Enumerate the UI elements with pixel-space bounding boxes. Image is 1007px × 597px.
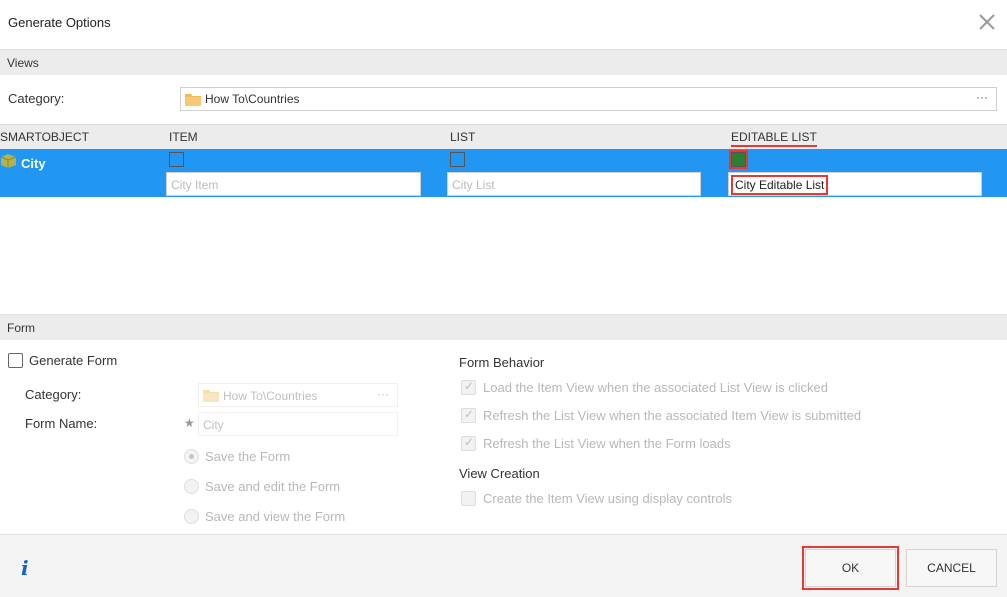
save-form-label: Save the Form [205, 449, 291, 464]
table-row[interactable]: City City Item City List City Editable L… [0, 149, 1007, 197]
item-view-checkbox[interactable] [169, 152, 184, 167]
form-section-label: Form [7, 321, 35, 335]
form-category-field[interactable]: How To\Countries ··· [198, 383, 398, 407]
views-grid-header: SMARTOBJECT ITEM LIST EDITABLE LIST [0, 124, 1007, 149]
ok-button[interactable]: OK [802, 546, 899, 590]
display-controls-checkbox[interactable] [461, 491, 476, 506]
dialog-title-bar: Generate Options [0, 0, 1007, 48]
load-item-view-checkbox[interactable] [461, 379, 476, 395]
refresh-on-submit-label: Refresh the List View when the associate… [483, 408, 862, 423]
smartobject-icon [0, 154, 17, 168]
form-behavior-title: Form Behavior [459, 355, 545, 370]
display-controls-label: Create the Item View using display contr… [483, 491, 733, 506]
list-view-checkbox[interactable] [450, 152, 465, 167]
column-header-smartobject: SMARTOBJECT [0, 130, 89, 144]
refresh-on-load-label: Refresh the List View when the Form load… [483, 436, 731, 451]
save-form-radio[interactable] [184, 449, 199, 464]
close-icon[interactable] [977, 12, 997, 32]
views-category-value: How To\Countries [205, 92, 300, 106]
smartobject-name: City [21, 156, 46, 171]
refresh-on-load-checkbox[interactable] [461, 435, 476, 451]
generate-form-label: Generate Form [29, 353, 118, 368]
views-category-browse-button[interactable]: ··· [976, 90, 988, 104]
column-header-editable-list: EDITABLE LIST [731, 130, 817, 147]
column-header-list: LIST [450, 130, 476, 144]
folder-icon [203, 390, 219, 402]
views-category-label: Category: [8, 91, 65, 106]
dialog-title: Generate Options [8, 15, 111, 30]
info-icon[interactable]: i [21, 556, 29, 580]
form-name-input[interactable]: City [198, 412, 398, 436]
views-section-label: Views [7, 56, 39, 70]
form-name-label: Form Name: [25, 416, 98, 431]
view-creation-title: View Creation [459, 466, 540, 481]
save-and-view-form-radio[interactable] [184, 509, 199, 524]
item-view-name-input[interactable]: City Item [166, 172, 421, 196]
dialog-footer: i OK CANCEL [0, 534, 1007, 597]
save-and-edit-form-radio[interactable] [184, 479, 199, 494]
editable-list-view-name-input[interactable]: City Editable List [728, 172, 982, 196]
required-star-icon: ★ [184, 416, 195, 430]
form-category-label: Category: [25, 387, 82, 402]
form-category-value: How To\Countries [223, 389, 318, 403]
refresh-on-submit-checkbox[interactable] [461, 407, 476, 423]
list-view-name-input[interactable]: City List [447, 172, 701, 196]
views-category-field[interactable]: How To\Countries ··· [180, 87, 997, 111]
load-item-view-label: Load the Item View when the associated L… [483, 380, 828, 395]
save-and-view-form-label: Save and view the Form [205, 509, 346, 524]
folder-icon [185, 94, 201, 106]
cancel-button[interactable]: CANCEL [906, 549, 997, 587]
save-and-edit-form-label: Save and edit the Form [205, 479, 341, 494]
views-section-header: Views [0, 49, 1007, 75]
form-category-browse-button[interactable]: ··· [377, 387, 389, 401]
editable-list-view-name-value: City Editable List [730, 175, 829, 195]
editable-list-view-checkbox[interactable] [729, 150, 748, 169]
column-header-item: ITEM [169, 130, 198, 144]
generate-form-checkbox[interactable] [8, 353, 23, 368]
form-section-header: Form [0, 314, 1007, 340]
